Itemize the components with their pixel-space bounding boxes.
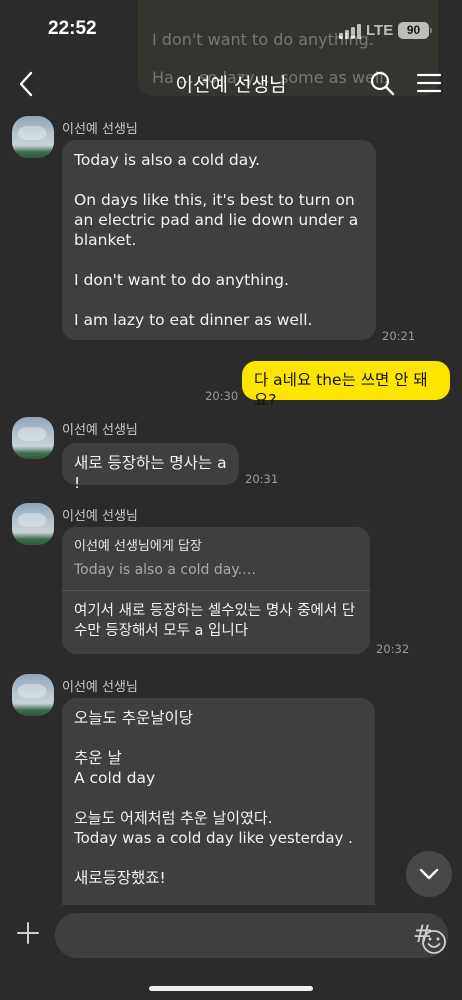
preview-line: I don't want to do anything.: [152, 30, 374, 49]
divider: [62, 590, 370, 591]
chat-header: 이선예 선생님: [0, 62, 462, 108]
avatar[interactable]: [12, 116, 54, 158]
message-text: On days like this, it's best to turn on …: [74, 191, 359, 249]
message-bubble[interactable]: 오늘도 추운날이당 추운 날 A cold day 오늘도 어제처럼 추운 날이…: [62, 698, 375, 910]
message-input[interactable]: #: [55, 913, 448, 958]
sender-name: 이선예 선생님: [62, 122, 138, 137]
home-indicator: [149, 986, 313, 991]
message-bubble[interactable]: Today is also a cold day. On days like t…: [62, 140, 376, 340]
message-text: Today is also a cold day.: [74, 151, 261, 169]
hash-icon[interactable]: #: [413, 920, 433, 948]
message-timestamp: 20:30: [205, 389, 239, 403]
message-timestamp: 20:21: [382, 329, 416, 343]
message-text: I am lazy to eat dinner as well.: [74, 311, 313, 329]
sender-name: 이선예 선생님: [62, 680, 138, 695]
reply-message-bubble[interactable]: 이선예 선생님에게 답장 Today is also a cold day.… …: [62, 527, 370, 654]
hamburger-menu-icon[interactable]: [416, 71, 442, 95]
message-text: I don't want to do anything.: [74, 271, 289, 289]
reply-preview[interactable]: Today is also a cold day.…: [74, 560, 358, 580]
avatar[interactable]: [12, 503, 54, 545]
message-text: 추운 날 A cold day: [74, 749, 156, 787]
avatar[interactable]: [12, 674, 54, 716]
avatar[interactable]: [12, 417, 54, 459]
message-text: 오늘도 어제처럼 추운 날이였다. Today was a cold day l…: [74, 809, 353, 847]
search-icon[interactable]: [369, 70, 395, 96]
message-text: 여기서 새로 등장하는 셀수있는 명사 중에서 단수만 등장해서 모두 a 입니…: [74, 603, 356, 639]
plus-icon[interactable]: [16, 921, 40, 945]
my-message-bubble[interactable]: 다 a네요 the는 쓰면 안 돼요?: [242, 361, 450, 409]
sender-name: 이선예 선생님: [62, 423, 138, 438]
sender-name: 이선예 선생님: [62, 509, 138, 524]
reply-to-label: 이선예 선생님에게 답장: [74, 539, 202, 554]
message-text: 새로등장했죠!: [74, 869, 166, 887]
scroll-to-bottom-button[interactable]: [406, 851, 452, 897]
status-time: 22:52: [48, 18, 97, 39]
message-timestamp: 20:31: [245, 472, 279, 486]
message-text: 오늘도 추운날이당: [74, 709, 194, 727]
message-timestamp: 20:32: [376, 642, 410, 656]
message-bubble[interactable]: 새로 등장하는 명사는 a !: [62, 443, 239, 492]
chevron-down-icon: [419, 868, 439, 880]
